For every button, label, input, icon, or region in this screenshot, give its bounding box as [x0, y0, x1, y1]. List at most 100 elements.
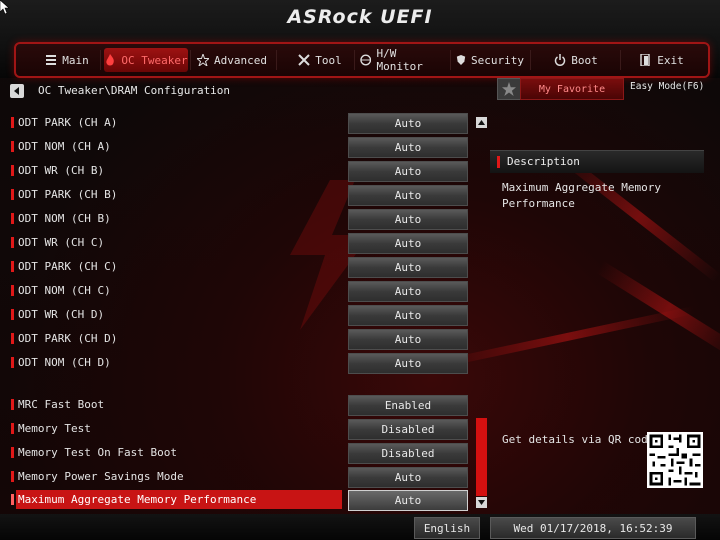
my-favorite-button[interactable]: My Favorite	[520, 78, 624, 100]
tab-advanced[interactable]: Advanced	[196, 48, 268, 72]
row-marker	[11, 237, 14, 248]
setting-value-button[interactable]: Auto	[348, 257, 468, 278]
setting-label: ODT NOM (CH C)	[18, 284, 111, 297]
qr-caption: Get details via QR code	[502, 433, 655, 446]
exit-icon	[640, 54, 650, 66]
setting-row[interactable]: Memory Test On Fast Boot Disabled	[8, 443, 478, 464]
setting-row[interactable]: ODT WR (CH B) Auto	[8, 161, 478, 182]
tab-boot[interactable]: Boot	[554, 48, 598, 72]
setting-row[interactable]: ODT PARK (CH D) Auto	[8, 329, 478, 350]
setting-row-selected[interactable]: Maximum Aggregate Memory Performance Auto	[8, 490, 478, 511]
scrollbar-thumb[interactable]	[476, 418, 487, 496]
setting-row[interactable]: ODT WR (CH D) Auto	[8, 305, 478, 326]
setting-value-button[interactable]: Disabled	[348, 419, 468, 440]
setting-value-button[interactable]: Auto	[348, 305, 468, 326]
tab-divider	[354, 50, 355, 70]
chevron-left-icon	[14, 87, 19, 95]
row-marker	[11, 333, 14, 344]
power-icon	[555, 54, 566, 66]
chevron-up-icon	[478, 120, 485, 125]
tab-tool[interactable]: Tool	[292, 48, 348, 72]
setting-row[interactable]: ODT PARK (CH A) Auto	[8, 113, 478, 134]
setting-row[interactable]: ODT PARK (CH C) Auto	[8, 257, 478, 278]
setting-label: Maximum Aggregate Memory Performance	[18, 493, 257, 506]
setting-label: Memory Test On Fast Boot	[18, 446, 177, 459]
setting-value-button[interactable]: Auto	[348, 233, 468, 254]
setting-row[interactable]: ODT NOM (CH B) Auto	[8, 209, 478, 230]
setting-row[interactable]: Memory Power Savings Mode Auto	[8, 467, 478, 488]
tab-divider	[276, 50, 277, 70]
scroll-down-button[interactable]	[476, 497, 487, 508]
favorite-star-button[interactable]	[497, 78, 521, 100]
row-marker	[11, 399, 14, 410]
setting-value-button[interactable]: Disabled	[348, 443, 468, 464]
shield-icon	[456, 54, 466, 66]
tab-advanced-label: Advanced	[214, 53, 267, 67]
setting-label: ODT NOM (CH A)	[18, 140, 111, 153]
easy-mode-button[interactable]: Easy Mode(F6)	[630, 81, 704, 92]
back-button[interactable]	[10, 84, 24, 98]
setting-row[interactable]: MRC Fast Boot Enabled	[8, 395, 478, 416]
setting-value-button[interactable]: Auto	[348, 137, 468, 158]
setting-label: Memory Test	[18, 422, 91, 435]
setting-value-button[interactable]: Enabled	[348, 395, 468, 416]
setting-label: ODT NOM (CH D)	[18, 356, 111, 369]
tab-hw-monitor-label: H/W Monitor	[376, 47, 423, 73]
list-icon	[46, 55, 57, 65]
setting-row[interactable]: ODT WR (CH C) Auto	[8, 233, 478, 254]
row-marker	[11, 309, 14, 320]
row-marker	[11, 471, 14, 482]
star-icon	[197, 54, 209, 66]
tab-divider	[190, 50, 191, 70]
row-marker	[11, 285, 14, 296]
flame-icon	[106, 54, 115, 66]
setting-row[interactable]: ODT PARK (CH B) Auto	[8, 185, 478, 206]
language-button[interactable]: English	[414, 517, 480, 539]
row-marker	[11, 165, 14, 176]
setting-row[interactable]: ODT NOM (CH A) Auto	[8, 137, 478, 158]
row-marker	[11, 423, 14, 434]
header-marker	[497, 156, 500, 168]
datetime-display: Wed 01/17/2018, 16:52:39	[490, 517, 696, 539]
tab-divider	[620, 50, 621, 70]
setting-value-button[interactable]: Auto	[348, 329, 468, 350]
tab-main[interactable]: Main	[36, 48, 98, 72]
row-marker	[11, 189, 14, 200]
row-marker	[11, 117, 14, 128]
row-marker	[11, 494, 14, 505]
setting-value-button[interactable]: Auto	[348, 185, 468, 206]
setting-value-button[interactable]: Auto	[348, 467, 468, 488]
setting-row[interactable]: ODT NOM (CH D) Auto	[8, 353, 478, 374]
breadcrumb: OC Tweaker\DRAM Configuration	[38, 84, 231, 97]
setting-label: ODT WR (CH D)	[18, 308, 105, 321]
setting-value-button[interactable]: Auto	[348, 209, 468, 230]
setting-value-button[interactable]: Auto	[348, 113, 468, 134]
setting-value-button[interactable]: Auto	[348, 490, 468, 511]
scroll-up-button[interactable]	[476, 117, 487, 128]
qr-code-icon	[647, 432, 703, 488]
setting-label: ODT WR (CH C)	[18, 236, 105, 249]
tab-security-label: Security	[471, 53, 524, 67]
setting-label: ODT PARK (CH B)	[18, 188, 118, 201]
setting-value-button[interactable]: Auto	[348, 281, 468, 302]
mouse-cursor-icon	[0, 0, 10, 14]
setting-value-button[interactable]: Auto	[348, 161, 468, 182]
setting-label: Memory Power Savings Mode	[18, 470, 184, 483]
setting-label: ODT PARK (CH D)	[18, 332, 118, 345]
setting-row[interactable]: ODT NOM (CH C) Auto	[8, 281, 478, 302]
setting-row[interactable]: Memory Test Disabled	[8, 419, 478, 440]
row-marker	[11, 261, 14, 272]
tab-oc-tweaker-label: OC Tweaker	[121, 53, 188, 67]
app-title: ASRock UEFI	[287, 6, 433, 28]
row-marker	[11, 447, 14, 458]
tab-security[interactable]: Security	[456, 48, 524, 72]
tab-divider	[450, 50, 451, 70]
tab-hw-monitor[interactable]: H/W Monitor	[360, 47, 446, 73]
setting-label: ODT WR (CH B)	[18, 164, 105, 177]
tab-exit[interactable]: Exit	[640, 48, 684, 72]
star-icon	[502, 82, 516, 96]
setting-label: MRC Fast Boot	[18, 398, 105, 411]
tab-oc-tweaker[interactable]: OC Tweaker	[104, 48, 188, 72]
tab-tool-label: Tool	[315, 53, 342, 67]
setting-value-button[interactable]: Auto	[348, 353, 468, 374]
